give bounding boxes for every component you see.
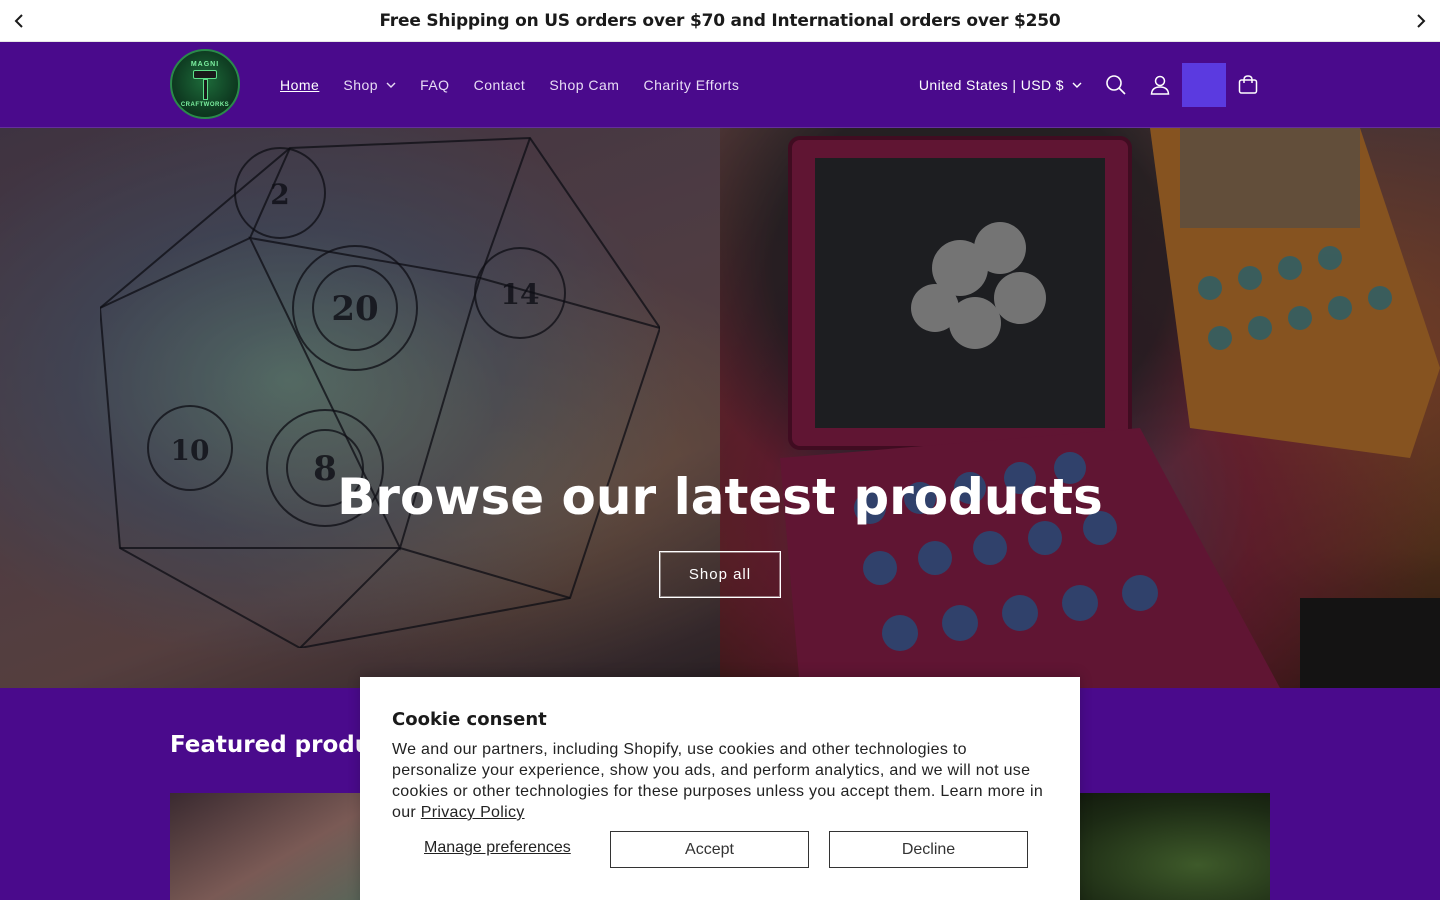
cookie-title: Cookie consent	[392, 709, 547, 730]
hero-overlay	[0, 128, 1440, 688]
manage-preferences-link[interactable]: Manage preferences	[424, 839, 571, 857]
currency-selector[interactable]: United States | USD $	[919, 77, 1082, 93]
cookie-consent-dialog: Cookie consent We and our partners, incl…	[360, 677, 1080, 900]
cookie-actions: Manage preferences Accept Decline	[392, 831, 1048, 868]
nav-shop-cam[interactable]: Shop Cam	[549, 77, 619, 93]
announcement-bar: Free Shipping on US orders over $70 and …	[0, 0, 1440, 42]
logo-bottom-text: CRAFTWORKS	[180, 101, 230, 108]
nav-shop[interactable]: Shop	[343, 77, 396, 93]
chevron-down-icon	[386, 82, 396, 88]
privacy-policy-link[interactable]: Privacy Policy	[421, 804, 525, 821]
chevron-left-icon[interactable]	[10, 11, 30, 31]
hero-banner: 20 8 2 14 10 Browse our latest products …	[0, 128, 1440, 688]
nav-contact[interactable]: Contact	[474, 77, 526, 93]
chevron-down-icon	[1072, 82, 1082, 88]
highlighted-button[interactable]	[1182, 63, 1226, 107]
logo[interactable]: MAGNI CRAFTWORKS	[170, 49, 240, 119]
header-actions: United States | USD $	[919, 42, 1270, 128]
hammer-icon	[193, 69, 217, 100]
logo-top-text: MAGNI	[190, 60, 220, 68]
nav-charity-efforts[interactable]: Charity Efforts	[643, 77, 739, 93]
shop-all-button[interactable]: Shop all	[659, 551, 781, 598]
cart-button[interactable]	[1226, 63, 1270, 107]
accept-button[interactable]: Accept	[610, 831, 809, 868]
account-icon	[1150, 75, 1170, 95]
cart-icon	[1238, 75, 1258, 94]
decline-button[interactable]: Decline	[829, 831, 1028, 868]
main-nav: Home Shop FAQ Contact Shop Cam Charity E…	[268, 42, 751, 128]
search-icon	[1106, 75, 1126, 95]
account-button[interactable]	[1138, 63, 1182, 107]
hero-title: Browse our latest products	[337, 468, 1103, 526]
announcement-text: Free Shipping on US orders over $70 and …	[379, 10, 1061, 31]
nav-shop-label: Shop	[343, 77, 379, 93]
site-header: MAGNI CRAFTWORKS Home Shop FAQ Contact S…	[0, 42, 1440, 128]
nav-faq[interactable]: FAQ	[420, 77, 450, 93]
search-button[interactable]	[1094, 63, 1138, 107]
cookie-body: We and our partners, including Shopify, …	[392, 739, 1048, 823]
currency-label: United States | USD $	[918, 77, 1064, 93]
nav-home[interactable]: Home	[280, 77, 319, 93]
chevron-right-icon[interactable]	[1410, 11, 1430, 31]
